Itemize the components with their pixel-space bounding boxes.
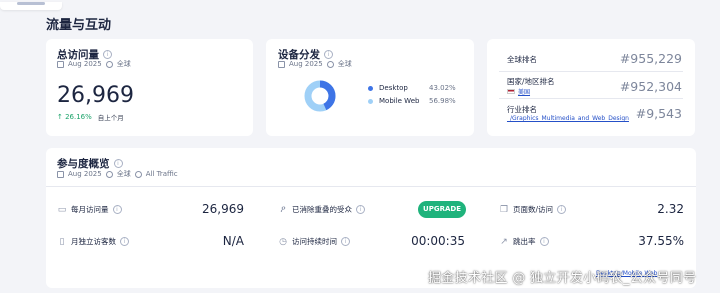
engagement-traffic: All Traffic (145, 170, 178, 178)
traffic-icon (134, 170, 142, 178)
industry-link[interactable]: _/Graphics_Multimedia_and_Web_Design (507, 115, 629, 122)
country-rank-value: #952,304 (619, 79, 682, 94)
info-icon[interactable]: i (113, 159, 123, 168)
globe-icon (105, 170, 113, 178)
divider (46, 186, 696, 187)
top-thumbnail (0, 2, 62, 10)
bounce-icon: ↗ (500, 236, 508, 247)
global-rank-value: #955,229 (619, 51, 682, 66)
calendar-icon (57, 170, 64, 178)
bounce-label: 跳出率 (513, 237, 536, 246)
desktop-legend-dot (368, 85, 373, 91)
visits-region: 全球 (116, 60, 131, 68)
country-link[interactable]: 美国 (518, 87, 530, 96)
total-visits-value: 26,969 (57, 83, 134, 108)
duration-value: 00:00:35 (411, 234, 465, 248)
visits-date: Aug 2025 (68, 60, 102, 68)
device-donut-chart (304, 80, 336, 112)
info-icon[interactable]: i (341, 237, 350, 246)
unique-visitors-value: N/A (222, 234, 244, 248)
divider (499, 71, 683, 72)
info-icon[interactable]: i (103, 50, 112, 59)
rank-card: 全球排名 #955,229 国家/地区排名 美国 #952,304 行业排名 _… (487, 39, 695, 136)
info-icon[interactable]: i (356, 205, 365, 214)
watermark-text: 掘金技术社区 @ 独立开发小码农_公众号同号 (428, 271, 697, 286)
visitor-icon: ▯ (59, 236, 65, 247)
total-visits-card: 总访问量 i Aug 2025 全球 26,969 ↑ 26.16% 自上个月 (46, 39, 253, 136)
globe-icon (326, 60, 334, 68)
globe-icon (105, 60, 113, 68)
flag-icon (507, 89, 515, 94)
divider (499, 98, 683, 99)
dedup-label: 已消除重叠的受众 (292, 205, 352, 214)
monthly-visits-value: 26,969 (202, 202, 244, 216)
pages-value: 2.32 (657, 202, 684, 216)
device-date: Aug 2025 (289, 60, 323, 68)
calendar-icon: ▭ (57, 204, 67, 215)
mobile-pct: 56.98% (429, 97, 456, 105)
desktop-label: Desktop (379, 84, 408, 92)
upgrade-button[interactable]: UPGRADE (418, 201, 466, 218)
visits-change-label: 自上个月 (97, 114, 124, 122)
info-icon[interactable]: i (539, 237, 549, 246)
industry-rank-label: 行业排名 (507, 105, 537, 114)
monthly-visits-label: 每月访问量 (71, 205, 109, 214)
device-region: 全球 (337, 60, 352, 68)
info-icon[interactable]: i (120, 237, 129, 246)
country-rank-label: 国家/地区排名 (507, 77, 555, 86)
unique-visitors-label: 月独立访客数 (71, 237, 116, 246)
global-rank-label: 全球排名 (507, 55, 537, 64)
engagement-date: Aug 2025 (68, 170, 102, 178)
pages-icon: ❐ (499, 204, 509, 215)
section-title: 流量与互动 (46, 18, 112, 33)
duration-label: 访问持续时间 (292, 237, 337, 246)
clock-icon: ◷ (279, 236, 287, 247)
device-distribution-card: 设备分发 i Aug 2025 全球 Desktop 43.02% Mobile… (266, 39, 474, 136)
mobile-label: Mobile Web (379, 97, 420, 105)
engagement-region: 全球 (116, 170, 131, 178)
audience-icon: ዖ (280, 204, 286, 215)
calendar-icon (278, 60, 285, 68)
bounce-value: 37.55% (638, 234, 684, 248)
info-icon[interactable]: i (324, 50, 333, 59)
info-icon[interactable]: i (557, 205, 567, 214)
visits-change: ↑ 26.16% (57, 113, 92, 121)
desktop-pct: 43.02% (429, 84, 456, 92)
industry-rank-value: #9,543 (635, 106, 682, 121)
pages-label: 页面数/访问 (513, 205, 554, 214)
calendar-icon (57, 60, 64, 68)
info-icon[interactable]: i (112, 205, 122, 214)
mobile-legend-dot (368, 98, 373, 104)
